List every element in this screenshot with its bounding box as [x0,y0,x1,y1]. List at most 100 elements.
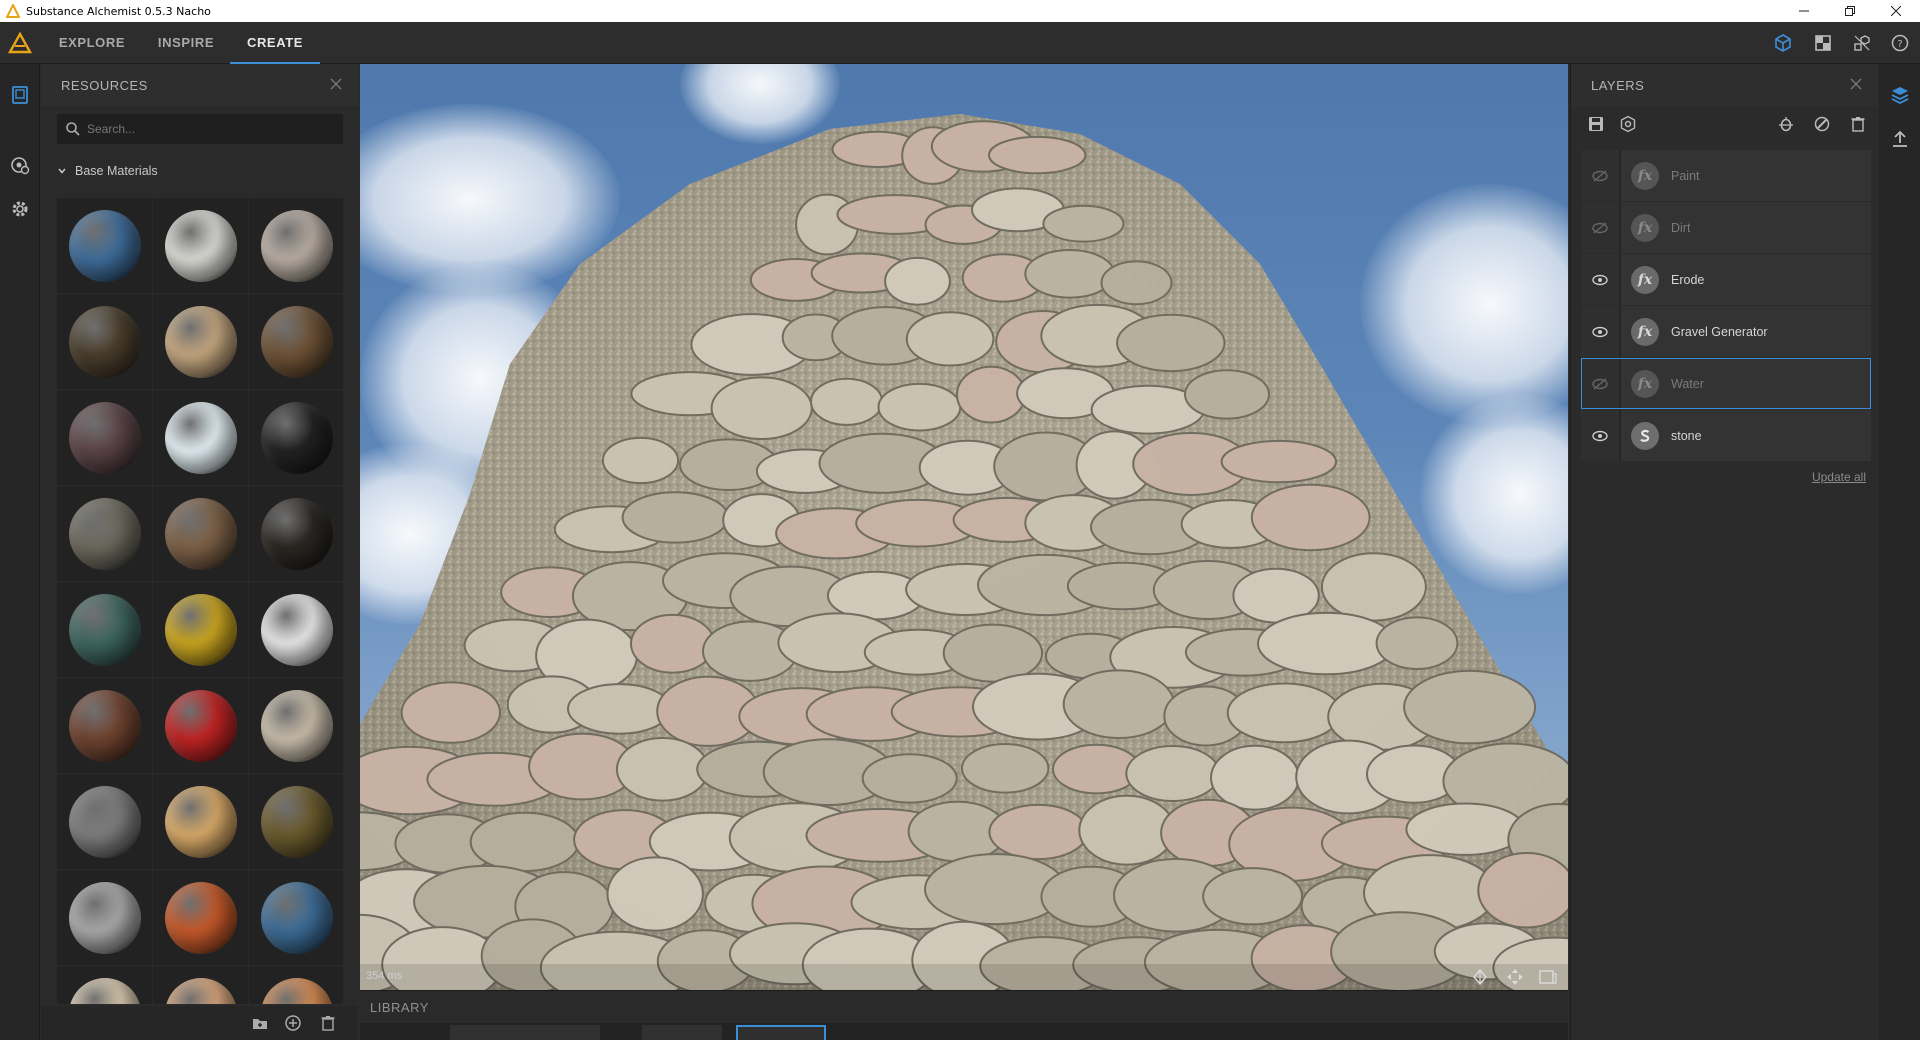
visibility-toggle[interactable] [1581,358,1621,409]
close-resources-icon[interactable] [328,76,344,92]
tab-explore[interactable]: EXPLORE [50,22,134,64]
material-sphere-mosaic [164,305,237,378]
material-sphere-purple-metal [68,401,141,474]
layer-row[interactable]: fx Dirt [1581,202,1871,253]
cobblestone [942,623,1044,683]
material-thumbnail[interactable] [57,390,152,485]
cobblestone [621,491,730,544]
stone-mound-preview [360,114,1568,990]
library-item[interactable] [642,1025,722,1040]
material-thumbnail[interactable] [153,294,248,389]
eye-off-icon [1592,377,1608,390]
material-thumbnail[interactable] [57,582,152,677]
material-thumbnail[interactable] [249,198,343,293]
base-materials-section[interactable]: Base Materials [57,164,158,178]
material-thumbnail[interactable] [57,294,152,389]
layer-row[interactable]: fx Gravel Generator [1581,306,1871,357]
left-icon-rail [0,64,40,1040]
material-thumbnail[interactable] [249,582,343,677]
3d-viewport[interactable]: 354 ms [360,64,1568,990]
minimize-button[interactable] [1784,0,1824,22]
material-thumbnail[interactable] [57,966,152,1004]
tab-inspire[interactable]: INSPIRE [146,22,226,64]
material-thumbnail[interactable] [249,774,343,869]
material-thumbnail[interactable] [153,582,248,677]
visibility-toggle[interactable] [1581,306,1621,357]
material-thumbnail[interactable] [153,966,248,1004]
material-sphere-leather-brown [68,689,141,762]
export-settings-icon[interactable] [1619,115,1637,133]
material-thumbnail[interactable] [249,390,343,485]
environment-icon[interactable] [9,154,31,176]
layer-row[interactable]: stone [1581,410,1871,461]
help-icon[interactable]: ? [1890,33,1910,53]
cobblestone [810,377,884,426]
material-thumbnail[interactable] [153,870,248,965]
layers-icon[interactable] [1889,84,1911,106]
2d-view-icon[interactable] [1813,33,1833,53]
material-sphere-cracked-marble [260,593,333,666]
close-layers-icon[interactable] [1848,76,1864,92]
restore-button[interactable] [1830,0,1870,22]
add-icon[interactable] [284,1014,302,1032]
resources-icon[interactable] [9,84,31,106]
update-all-link[interactable]: Update all [1812,470,1866,484]
material-thumbnail[interactable] [249,870,343,965]
cobblestone [1184,369,1270,420]
new-folder-icon[interactable] [251,1014,269,1032]
fx-icon: fx [1631,317,1659,346]
tab-create[interactable]: CREATE [230,22,320,64]
close-window-button[interactable] [1876,0,1916,22]
material-thumbnail[interactable] [249,966,343,1004]
export-icon[interactable] [1889,128,1911,150]
trash-icon[interactable] [1849,115,1867,133]
material-sphere-terracotta [164,881,237,954]
material-thumbnail[interactable] [57,870,152,965]
layer-row[interactable]: fx Water [1581,358,1871,409]
cobblestone [606,856,704,932]
material-thumbnail[interactable] [153,486,248,581]
material-thumbnail[interactable] [153,678,248,773]
material-thumbnail[interactable] [57,774,152,869]
library-item-selected[interactable] [736,1025,826,1040]
pencil-icon[interactable] [1813,115,1831,133]
layer-row[interactable]: fx Erode [1581,254,1871,305]
fx-icon: fx [1631,265,1659,294]
delete-icon[interactable] [319,1014,337,1032]
cobblestone [961,743,1050,794]
alchemist-logo-icon[interactable] [8,32,32,54]
material-thumbnail[interactable] [153,774,248,869]
search-box[interactable] [57,114,343,144]
material-thumbnail[interactable] [57,198,152,293]
chevron-down-icon [58,168,66,174]
layer-toolbar [1571,106,1879,142]
material-thumbnail[interactable] [153,390,248,485]
cobblestone [601,436,680,485]
visibility-toggle[interactable] [1581,202,1621,253]
material-thumbnail[interactable] [249,486,343,581]
material-thumbnail[interactable] [249,294,343,389]
search-input[interactable] [87,122,327,136]
top-navigation: EXPLORE INSPIRE CREATE ? [0,22,1920,64]
3d-view-icon[interactable] [1773,33,1793,53]
move-light-icon[interactable] [1470,968,1490,986]
frame-icon[interactable] [1538,968,1558,986]
bug-icon[interactable] [1777,115,1795,133]
settings-icon[interactable] [9,198,31,220]
layer-row[interactable]: fx Paint [1581,150,1871,201]
render-time-label: 354 ms [366,970,403,982]
cobblestone [1375,616,1459,671]
library-item[interactable] [450,1025,600,1040]
split-view-icon[interactable] [1852,33,1872,53]
material-thumbnail[interactable] [153,198,248,293]
material-thumbnail[interactable] [249,678,343,773]
visibility-toggle[interactable] [1581,254,1621,305]
material-thumbnail[interactable] [57,678,152,773]
material-thumbnail[interactable] [57,486,152,581]
visibility-toggle[interactable] [1581,410,1621,461]
visibility-toggle[interactable] [1581,150,1621,201]
save-icon[interactable] [1587,115,1605,133]
right-icon-rail [1879,64,1920,1040]
transform-icon[interactable] [1505,968,1525,986]
resources-panel: RESOURCES Base Materials [41,64,358,1040]
